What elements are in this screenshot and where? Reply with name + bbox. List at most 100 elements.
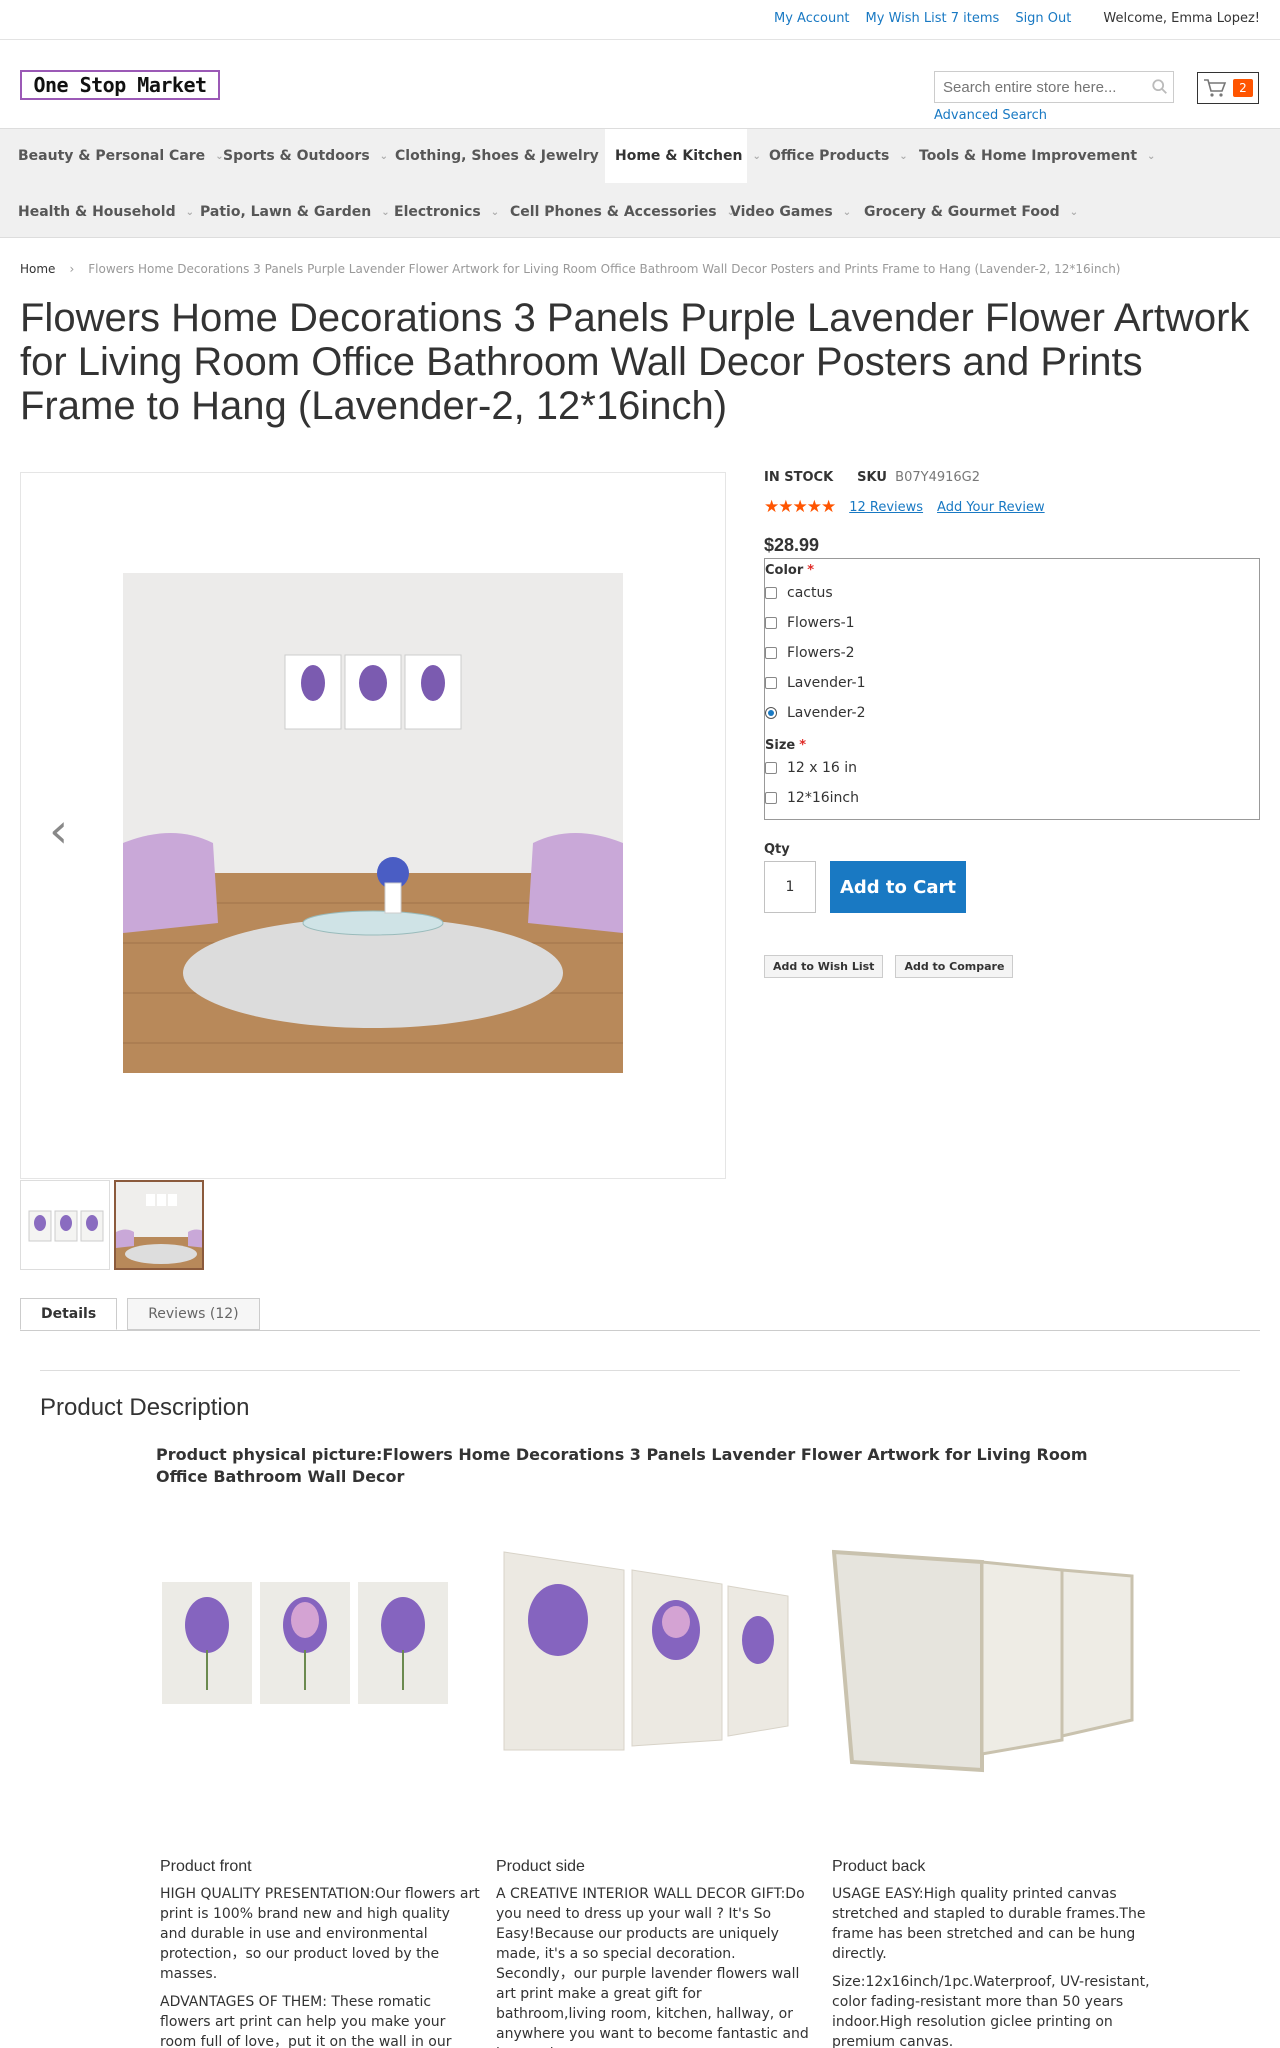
- color-option-lavender-2[interactable]: Lavender-2: [765, 698, 1259, 728]
- chevron-down-icon: ⌄: [490, 206, 500, 218]
- nav-item-clothing[interactable]: Clothing, Shoes & Jewelry⌄: [385, 129, 617, 183]
- nav-item-tools[interactable]: Tools & Home Improvement ⌄: [909, 129, 1155, 183]
- chevron-right-icon: ›: [69, 262, 75, 276]
- cart-icon: [1204, 79, 1227, 97]
- option-label: Flowers-1: [787, 615, 855, 631]
- thumbnail-2[interactable]: [114, 1180, 204, 1270]
- swatch-checkbox[interactable]: [765, 677, 777, 689]
- add-to-cart-row: 1 Add to Cart: [764, 861, 1260, 913]
- swatch-checkbox[interactable]: [765, 587, 777, 599]
- chevron-down-icon: ⌄: [899, 150, 908, 162]
- breadcrumb-current: Flowers Home Decorations 3 Panels Purple…: [88, 262, 1121, 276]
- chevron-down-icon: ⌄: [1069, 206, 1079, 218]
- reviews-link[interactable]: 12 Reviews: [849, 500, 923, 515]
- column-text: A CREATIVE INTERIOR WALL DECOR GIFT:Do y…: [496, 1886, 809, 2048]
- nav-item-patio[interactable]: Patio, Lawn & Garden ⌄: [190, 185, 390, 239]
- add-to-wish-list-button[interactable]: Add to Wish List: [764, 955, 884, 978]
- column-text: Size:12x16inch/1pc.Waterproof, UV-resist…: [832, 1974, 1150, 2048]
- product-info: IN STOCK SKU B07Y4916G2 ★★★★★ 12 Reviews…: [764, 470, 1260, 978]
- column-text: USAGE EASY:High quality printed canvas s…: [832, 1886, 1146, 1962]
- add-review-link[interactable]: Add Your Review: [937, 500, 1045, 515]
- tab-details[interactable]: Details: [20, 1298, 118, 1330]
- logo-text: One Stop Market: [33, 73, 207, 97]
- chevron-down-icon: ⌄: [1147, 150, 1156, 162]
- swatch-checkbox[interactable]: [765, 617, 777, 629]
- nav-label: Sports & Outdoors: [223, 148, 370, 164]
- nav-label: Beauty & Personal Care: [18, 148, 206, 164]
- sku-label: SKU: [857, 470, 887, 485]
- description-column-back: Product back USAGE EASY:High quality pri…: [831, 1540, 1152, 2048]
- page-title: Flowers Home Decorations 3 Panels Purple…: [20, 296, 1250, 428]
- chevron-left-icon[interactable]: ‹: [49, 803, 68, 859]
- wish-list-link[interactable]: My Wish List 7 items: [864, 10, 1002, 27]
- advanced-search-link[interactable]: Advanced Search: [934, 108, 1047, 123]
- mini-cart-button[interactable]: 2: [1197, 72, 1259, 104]
- product-options: Color * cactus Flowers-1 Flowers-2 Lavend…: [764, 558, 1260, 820]
- color-option-lavender-1[interactable]: Lavender-1: [765, 668, 1259, 698]
- store-logo[interactable]: One Stop Market: [20, 70, 220, 100]
- chevron-down-icon: ⌄: [842, 206, 852, 218]
- search-input[interactable]: [935, 78, 1135, 96]
- rating-stars: ★★★★★: [764, 497, 836, 517]
- description-column-front: Product front HIGH QUALITY PRESENTATION:…: [160, 1540, 480, 2048]
- nav-item-video-games[interactable]: Video Games ⌄: [720, 185, 851, 239]
- top-bar: My Account My Wish List 7 items Sign Out…: [0, 0, 1280, 40]
- nav-item-sports[interactable]: Sports & Outdoors ⌄: [213, 129, 388, 183]
- add-to-cart-button[interactable]: Add to Cart: [830, 861, 966, 913]
- option-label: cactus: [787, 585, 833, 601]
- qty-input[interactable]: 1: [764, 861, 816, 913]
- nav-label: Cell Phones & Accessories: [510, 204, 717, 220]
- thumbnail-1[interactable]: [20, 1180, 110, 1270]
- swatch-radio-selected[interactable]: [765, 707, 777, 719]
- sign-out-link[interactable]: Sign Out: [1013, 10, 1073, 27]
- my-account-link[interactable]: My Account: [772, 10, 852, 27]
- breadcrumb: Home › Flowers Home Decorations 3 Panels…: [20, 262, 1120, 276]
- size-option-12x16inch[interactable]: 12*16inch: [765, 783, 1259, 813]
- size-label: Size *: [765, 738, 807, 753]
- column-title: Product front: [160, 1858, 252, 1875]
- nav-item-health[interactable]: Health & Household ⌄: [8, 185, 194, 239]
- rating-row: ★★★★★ 12 Reviews Add Your Review: [764, 497, 1260, 517]
- nav-label: Home & Kitchen: [615, 148, 743, 164]
- color-option-flowers-1[interactable]: Flowers-1: [765, 608, 1259, 638]
- stock-status: IN STOCK: [764, 470, 834, 485]
- swatch-checkbox[interactable]: [765, 647, 777, 659]
- product-side-image: [496, 1540, 806, 1790]
- nav-label: Electronics: [394, 204, 481, 220]
- thumbnail-strip: [20, 1180, 204, 1270]
- nav-item-beauty[interactable]: Beauty & Personal Care ⌄: [8, 129, 224, 183]
- option-label: Lavender-2: [787, 705, 866, 721]
- nav-item-electronics[interactable]: Electronics ⌄: [384, 185, 499, 239]
- swatch-checkbox[interactable]: [765, 792, 777, 804]
- product-back-image: [831, 1540, 1142, 1790]
- product-gallery: ‹: [20, 472, 726, 1179]
- nav-item-cell-phones[interactable]: Cell Phones & Accessories ⌄: [500, 185, 735, 239]
- color-option-flowers-2[interactable]: Flowers-2: [765, 638, 1259, 668]
- tab-reviews[interactable]: Reviews (12): [127, 1298, 260, 1330]
- option-label: Flowers-2: [787, 645, 855, 661]
- nav-item-grocery[interactable]: Grocery & Gourmet Food ⌄: [854, 185, 1078, 239]
- swatch-checkbox[interactable]: [765, 762, 777, 774]
- add-to-compare-button[interactable]: Add to Compare: [895, 955, 1014, 978]
- search-icon[interactable]: [1151, 78, 1169, 96]
- content-divider: [40, 1370, 1240, 1371]
- option-label: 12 x 16 in: [787, 760, 858, 776]
- search-box: [934, 71, 1174, 103]
- nav-item-office[interactable]: Office Products ⌄: [759, 129, 908, 183]
- size-option-12x16-in[interactable]: 12 x 16 in: [765, 753, 1259, 783]
- breadcrumb-home-link[interactable]: Home: [20, 262, 55, 276]
- description-subheading: Product physical picture:Flowers Home De…: [156, 1445, 1088, 1486]
- column-text: HIGH QUALITY PRESENTATION:Our flowers ar…: [160, 1886, 480, 1982]
- product-front-image: [160, 1540, 470, 1790]
- column-text: ADVANTAGES OF THEM: These romatic flower…: [160, 1994, 452, 2048]
- color-option-cactus[interactable]: cactus: [765, 578, 1259, 608]
- product-main-image[interactable]: [123, 573, 623, 1073]
- nav-item-home-kitchen[interactable]: Home & Kitchen ⌄: [605, 129, 761, 183]
- description-column-side: Product side A CREATIVE INTERIOR WALL DE…: [496, 1540, 816, 2048]
- tabs-divider: [20, 1330, 1260, 1331]
- color-label: Color *: [765, 563, 815, 578]
- column-title: Product back: [832, 1858, 926, 1875]
- nav-label: Tools & Home Improvement: [919, 148, 1138, 164]
- option-label: 12*16inch: [787, 790, 859, 806]
- nav-label: Grocery & Gourmet Food: [864, 204, 1060, 220]
